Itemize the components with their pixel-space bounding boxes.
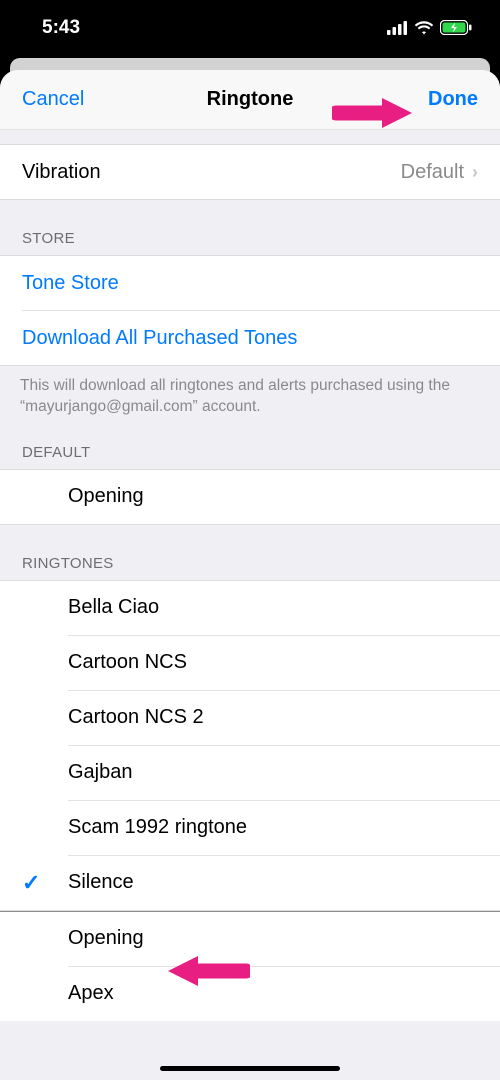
ringtone-row[interactable]: Gajban: [0, 746, 500, 800]
annotation-arrow-silence: [166, 954, 250, 988]
default-tone-row[interactable]: Opening: [0, 470, 500, 524]
vibration-value: Default ›: [401, 161, 478, 184]
battery-charging-icon: [440, 20, 472, 35]
ringtone-row[interactable]: ✓ Silence: [0, 856, 500, 910]
store-section-header: STORE: [0, 200, 500, 255]
ringtone-label: Apex: [68, 982, 114, 1005]
nav-bar: Cancel Ringtone Done: [0, 70, 500, 130]
download-all-row[interactable]: Download All Purchased Tones: [0, 311, 500, 365]
check-slot: ✓: [22, 870, 68, 896]
status-time: 5:43: [42, 17, 80, 39]
ringtone-row[interactable]: Bella Ciao: [0, 581, 500, 635]
ringtone-label: Cartoon NCS: [68, 651, 187, 674]
content: Vibration Default › STORE Tone Store Dow…: [0, 130, 500, 1021]
chevron-right-icon: ›: [472, 162, 478, 183]
store-section-footer: This will download all ringtones and ale…: [0, 366, 500, 426]
vibration-group: Vibration Default ›: [0, 144, 500, 200]
ringtone-sheet: Cancel Ringtone Done Vibration Default ›…: [0, 70, 500, 1080]
ringtone-row[interactable]: Opening: [0, 912, 500, 966]
ringtones-section-header: RINGTONES: [0, 525, 500, 580]
ringtone-row[interactable]: Cartoon NCS 2: [0, 691, 500, 745]
more-tones-group: Opening Apex: [0, 911, 500, 1021]
ringtones-group: Bella Ciao Cartoon NCS Cartoon NCS 2 Gajban…: [0, 580, 500, 911]
annotation-arrow-done: [332, 96, 412, 130]
ringtone-label: Gajban: [68, 761, 133, 784]
done-button[interactable]: Done: [428, 88, 478, 111]
status-bar: 5:43: [0, 0, 500, 55]
ringtone-row[interactable]: Apex: [0, 967, 500, 1021]
store-group: Tone Store Download All Purchased Tones: [0, 255, 500, 366]
status-icons: [387, 20, 472, 35]
default-section-header: DEFAULT: [0, 426, 500, 469]
vibration-row[interactable]: Vibration Default ›: [0, 145, 500, 199]
default-tone-label: Opening: [68, 485, 144, 508]
cellular-icon: [387, 21, 408, 35]
wifi-icon: [414, 21, 434, 35]
ringtone-label: Scam 1992 ringtone: [68, 816, 247, 839]
ringtone-row[interactable]: Scam 1992 ringtone: [0, 801, 500, 855]
ringtone-label: Opening: [68, 927, 144, 950]
ringtone-row[interactable]: Cartoon NCS: [0, 636, 500, 690]
page-title: Ringtone: [207, 88, 294, 111]
ringtone-label: Bella Ciao: [68, 596, 159, 619]
default-group: Opening: [0, 469, 500, 525]
cancel-button[interactable]: Cancel: [22, 88, 84, 111]
vibration-label: Vibration: [22, 161, 101, 184]
home-indicator: [160, 1066, 340, 1072]
ringtone-label: Silence: [68, 871, 134, 894]
tone-store-row[interactable]: Tone Store: [0, 256, 500, 310]
checkmark-icon: ✓: [22, 870, 40, 896]
ringtone-label: Cartoon NCS 2: [68, 706, 204, 729]
